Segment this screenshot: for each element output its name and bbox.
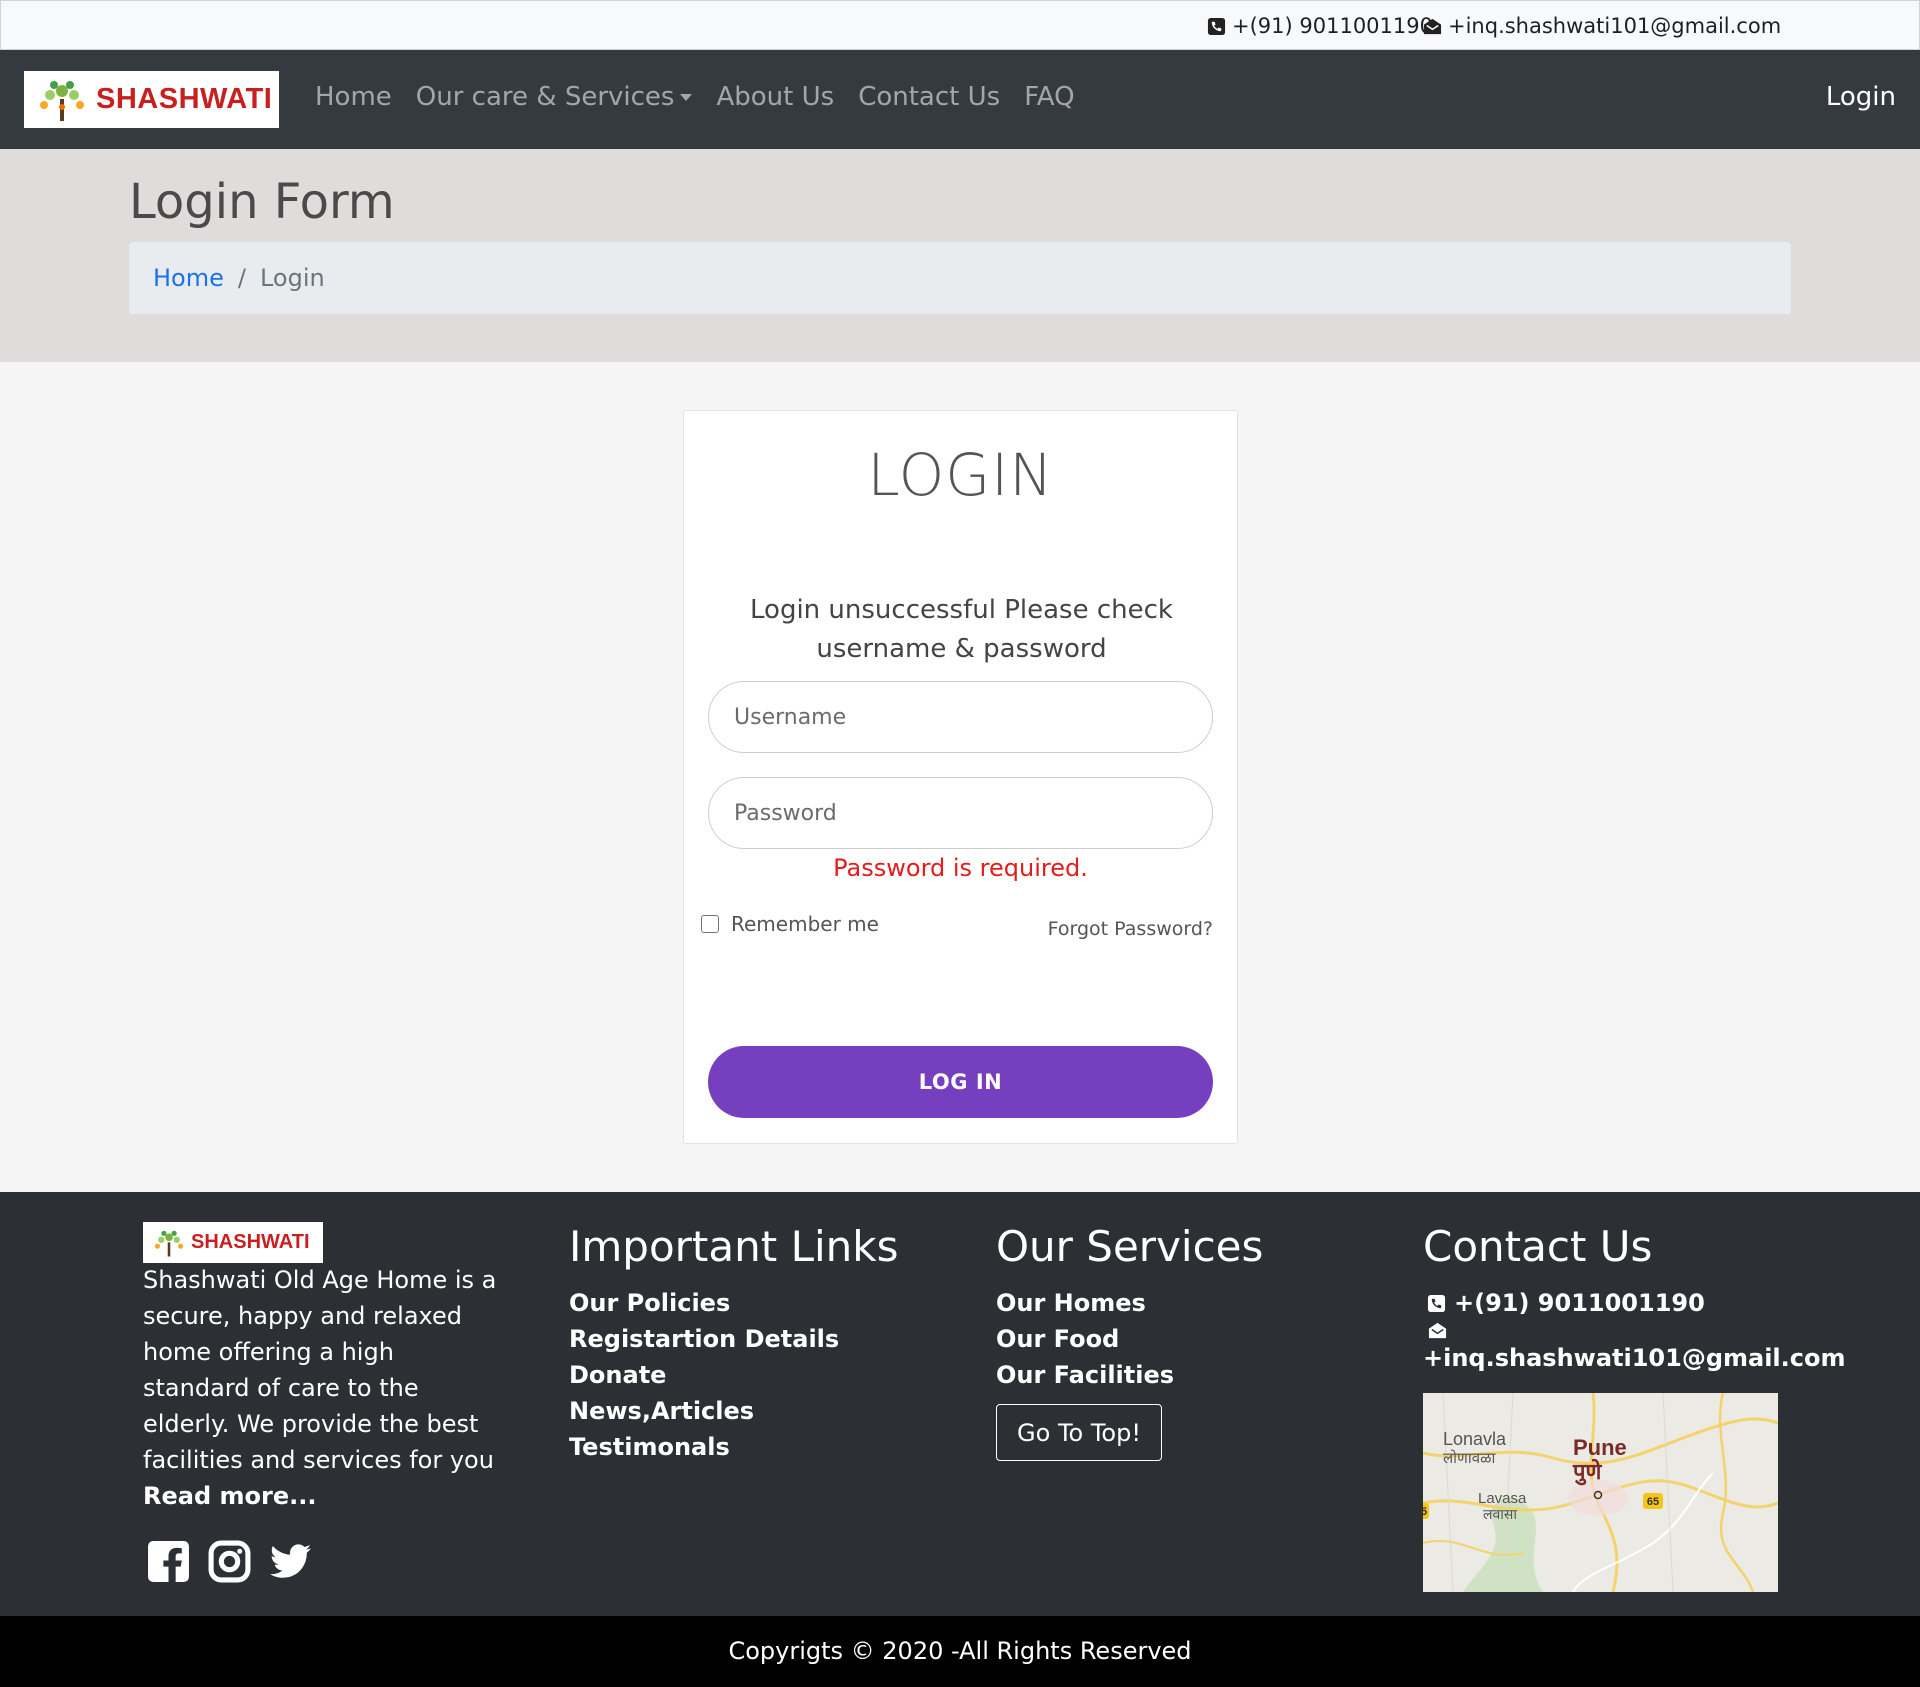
footer-email[interactable]: +inq.shashwati101@gmail.com — [1423, 1340, 1846, 1376]
link-our-food[interactable]: Our Food — [996, 1321, 1263, 1357]
breadcrumb: Home / Login — [129, 242, 1791, 314]
footer-brand-logo[interactable]: SHASHWATI — [143, 1222, 323, 1263]
nav-about[interactable]: About Us — [716, 82, 834, 112]
instagram-icon[interactable] — [207, 1539, 252, 1584]
go-to-top-button[interactable]: Go To Top! — [996, 1404, 1162, 1461]
main-navbar: SHASHWATI Home Our care & Services About… — [0, 50, 1920, 149]
phone-icon — [1427, 1294, 1446, 1312]
copyright-bar: Copyrigts © 2020 -All Rights Reserved — [0, 1616, 1920, 1687]
top-email-text: +inq.shashwati101@gmail.com — [1448, 14, 1782, 38]
contact-us-title: Contact Us — [1423, 1222, 1653, 1271]
map-label-lavasa-local: लवासा — [1483, 1506, 1517, 1522]
breadcrumb-current: Login — [259, 264, 325, 292]
nav-faq[interactable]: FAQ — [1024, 82, 1074, 112]
social-links — [146, 1539, 313, 1584]
tree-logo-icon — [154, 1230, 184, 1256]
login-card: LOGIN Login unsuccessful Please check us… — [683, 410, 1238, 1144]
nav-contact[interactable]: Contact Us — [858, 82, 1000, 112]
link-our-homes[interactable]: Our Homes — [996, 1285, 1263, 1321]
link-policies[interactable]: Our Policies — [569, 1285, 898, 1321]
page-title: Login Form — [129, 174, 395, 230]
password-input[interactable] — [708, 777, 1213, 849]
top-phone-text: +(91) 9011001190 — [1232, 14, 1433, 38]
footer-phone[interactable]: +(91) 9011001190 — [1423, 1285, 1846, 1321]
login-title: LOGIN — [867, 441, 1054, 509]
breadcrumb-separator: / — [237, 264, 246, 292]
link-donate[interactable]: Donate — [569, 1357, 898, 1393]
facebook-icon[interactable] — [146, 1539, 191, 1584]
link-testimonials[interactable]: Testimonals — [569, 1429, 898, 1465]
brand-logo[interactable]: SHASHWATI — [24, 71, 279, 128]
link-our-facilities[interactable]: Our Facilities — [996, 1357, 1263, 1393]
forgot-password-link[interactable]: Forgot Password? — [1048, 918, 1213, 940]
caret-down-icon — [680, 94, 693, 101]
remember-me: Remember me — [701, 912, 879, 936]
map-image: 65 5 Lonavla लोणावळा Pune पुणे Lavasa लव… — [1423, 1393, 1778, 1592]
brand-name: SHASHWATI — [96, 83, 273, 115]
envelope-open-icon — [1428, 1322, 1447, 1339]
tree-logo-icon — [40, 80, 84, 121]
important-links-title: Important Links — [569, 1222, 899, 1271]
map-route-label: 65 — [1647, 1496, 1659, 1508]
twitter-icon[interactable] — [268, 1539, 313, 1584]
remember-me-checkbox[interactable] — [701, 915, 719, 933]
nav-home[interactable]: Home — [315, 82, 392, 112]
location-map[interactable]: 65 5 Lonavla लोणावळा Pune पुणे Lavasa लव… — [1423, 1393, 1778, 1592]
phone-icon — [1207, 17, 1226, 35]
footer-email-icon-line — [1423, 1321, 1846, 1340]
read-more-link[interactable]: Read more... — [143, 1482, 316, 1510]
nav-links: Home Our care & Services About Us Contac… — [315, 82, 1099, 112]
map-label-pune-local: पुणे — [1572, 1458, 1602, 1486]
login-error-message: Login unsuccessful Please check username… — [750, 595, 1173, 664]
map-label-lonavla-local: लोणावळा — [1443, 1449, 1497, 1467]
link-news-articles[interactable]: News,Articles — [569, 1393, 898, 1429]
nav-care-services-dropdown[interactable]: Our care & Services — [416, 82, 693, 112]
top-email[interactable]: +inq.shashwati101@gmail.com — [1423, 14, 1781, 38]
username-input[interactable] — [708, 681, 1213, 753]
footer-about: Shashwati Old Age Home is a secure, happ… — [143, 1262, 503, 1514]
page-header: Login Form Home / Login — [0, 149, 1920, 362]
footer-important-links: Important Links Our Policies Registartio… — [569, 1222, 898, 1465]
footer-our-services: Our Services Our Homes Our Food Our Faci… — [996, 1222, 1263, 1393]
link-registration[interactable]: Registartion Details — [569, 1321, 898, 1357]
nav-care-services-label: Our care & Services — [415, 82, 675, 112]
map-label-lavasa: Lavasa — [1478, 1490, 1527, 1507]
remember-me-label: Remember me — [731, 912, 879, 936]
nav-login-link[interactable]: Login — [1826, 82, 1896, 112]
breadcrumb-home[interactable]: Home — [153, 264, 224, 292]
top-contact-bar: +(91) 9011001190 +inq.shashwati101@gmail… — [0, 0, 1920, 50]
footer-about-text: Shashwati Old Age Home is a secure, happ… — [143, 1266, 497, 1474]
map-label-pune: Pune — [1573, 1435, 1627, 1460]
login-submit-button[interactable]: LOG IN — [708, 1046, 1213, 1118]
footer-phone-text: +(91) 9011001190 — [1454, 1289, 1705, 1317]
footer-brand-name: SHASHWATI — [191, 1231, 310, 1253]
footer-email-text: +inq.shashwati101@gmail.com — [1423, 1344, 1846, 1372]
map-label-lonavla: Lonavla — [1443, 1429, 1507, 1449]
our-services-title: Our Services — [996, 1222, 1264, 1271]
map-route-left-label: 5 — [1423, 1506, 1427, 1518]
envelope-open-icon — [1423, 18, 1442, 34]
top-phone[interactable]: +(91) 9011001190 — [1207, 14, 1433, 38]
password-required-error: Password is required. — [833, 854, 1088, 882]
footer: SHASHWATI Shashwati Old Age Home is a se… — [0, 1192, 1920, 1616]
footer-contact: Contact Us +(91) 9011001190 +inq.shashwa… — [1423, 1222, 1846, 1376]
